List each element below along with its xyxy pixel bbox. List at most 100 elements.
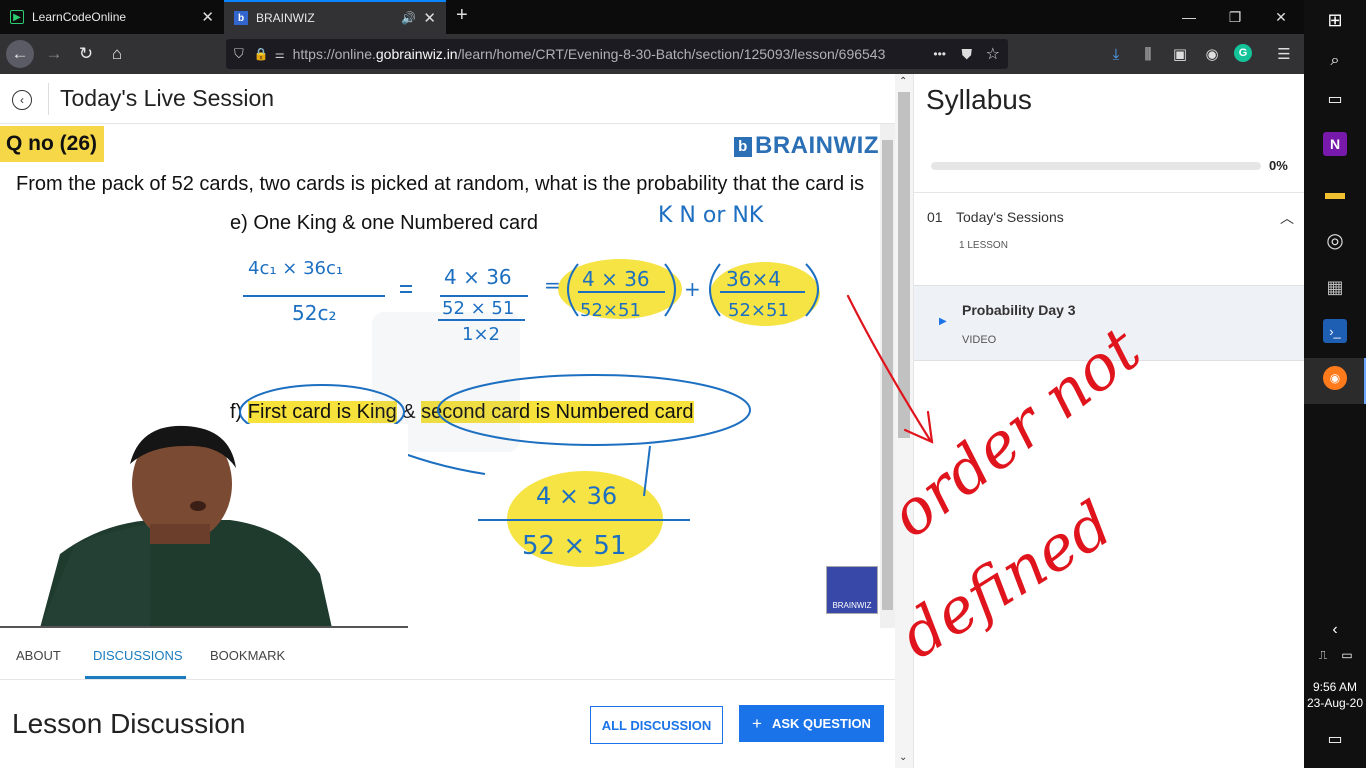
url-path: /learn/home/CRT/Evening-8-30-Batch/secti… <box>457 46 886 62</box>
library-icon[interactable]: ⫼ <box>1138 44 1158 64</box>
home-icon[interactable]: ⌂ <box>103 40 131 68</box>
section-lesson-count: 1 LESSON <box>959 240 1008 251</box>
ink-e-t2-den: 52×51 <box>728 300 789 321</box>
close-tab-icon[interactable]: ✕ <box>201 8 214 26</box>
menu-icon[interactable]: ☰ <box>1274 44 1294 64</box>
active-tab-indicator <box>85 676 186 679</box>
brainwiz-badge: BRAINWIZ <box>826 566 878 614</box>
onenote-icon[interactable]: N <box>1323 132 1347 156</box>
divider <box>914 192 1305 193</box>
calculator-icon[interactable]: ▦ <box>1320 272 1350 302</box>
tab-bookmark[interactable]: BOOKMARK <box>210 648 285 663</box>
presenter-video <box>0 424 408 628</box>
page: ‹ Today's Live Session Q no (26) b BRAINW… <box>0 74 1305 768</box>
media-player-icon[interactable]: ◎ <box>1320 225 1350 255</box>
tab-about[interactable]: ABOUT <box>16 648 61 663</box>
restore-icon[interactable]: ❐ <box>1212 0 1258 34</box>
taskbar-date: 23-Aug-20 <box>1306 696 1364 710</box>
video-scrollbar-thumb[interactable] <box>882 140 893 610</box>
equals-sign-2: = <box>544 273 561 297</box>
bookmark-star-icon[interactable]: ☆ <box>986 44 1000 64</box>
tab-discussions[interactable]: DISCUSSIONS <box>93 648 183 663</box>
badge-text: BRAINWIZ <box>832 601 872 610</box>
ink-e-lhs-den: 52c₂ <box>292 301 336 325</box>
learncodeonline-favicon-icon: ▶ <box>10 10 24 24</box>
display-icon[interactable]: ▭ <box>1332 640 1362 670</box>
chevron-up-icon[interactable]: ︿ <box>1280 208 1294 228</box>
url-bar[interactable]: ⛉ 🔒 ⚌ https://online.gobrainwiz.in/learn… <box>226 39 1008 69</box>
syllabus-title: Syllabus <box>926 84 1032 115</box>
page-scrollbar-thumb[interactable] <box>898 92 910 438</box>
windows-start-icon[interactable]: ⊞ <box>1320 5 1350 35</box>
reload-icon[interactable]: ↻ <box>72 40 100 68</box>
forward-arrow-icon[interactable]: → <box>40 40 68 68</box>
lesson-name: Probability Day 3 <box>962 302 1076 318</box>
tab-title: LearnCodeOnline <box>32 10 127 24</box>
back-circle-icon[interactable]: ‹ <box>12 90 32 110</box>
all-discussion-button[interactable]: ALL DISCUSSION <box>590 706 723 744</box>
plus-sign: + <box>684 277 701 301</box>
page-title: Today's Live Session <box>60 85 275 111</box>
lesson-pane: ‹ Today's Live Session Q no (26) b BRAINW… <box>0 74 913 768</box>
grammarly-icon[interactable]: G <box>1234 44 1252 62</box>
minimize-icon[interactable]: — <box>1166 0 1212 34</box>
close-tab-icon[interactable]: ✕ <box>423 9 436 27</box>
lesson-tabs: ABOUT DISCUSSIONS BOOKMARK <box>0 628 895 680</box>
lesson-discussion-title: Lesson Discussion <box>12 708 246 739</box>
permissions-icon[interactable]: ⚌ <box>275 48 285 61</box>
browser-nav-bar: ← → ↻ ⌂ ⛉ 🔒 ⚌ https://online.gobrainwiz.… <box>0 34 1304 74</box>
ink-e-t2-num: 36×4 <box>726 267 781 291</box>
browser-tab-brainwiz[interactable]: b BRAINWIZ 🔊 ✕ <box>224 0 446 34</box>
header-divider <box>48 83 49 115</box>
ink-e-mid-num: 4 × 36 <box>444 265 512 289</box>
ink-e-t1-den: 52×51 <box>580 300 641 321</box>
task-view-icon[interactable]: ▭ <box>1320 84 1350 114</box>
download-icon[interactable]: ⤓ <box>1106 44 1126 64</box>
ink-e-lhs-num: 4c₁ × 36c₁ <box>248 258 343 279</box>
ask-question-button[interactable]: + ASK QUESTION <box>739 705 884 742</box>
lesson-item-probability-day-3[interactable]: ▶ Probability Day 3 VIDEO <box>914 285 1305 361</box>
section-number[interactable]: 01 <box>927 209 943 225</box>
powershell-icon[interactable]: ›_ <box>1323 319 1347 343</box>
ask-question-label: ASK QUESTION <box>771 716 871 731</box>
url-host: gobrainwiz.in <box>375 46 458 62</box>
shield-icon[interactable]: ⛉ <box>234 46 244 62</box>
url-prefix: https://online. <box>292 46 376 62</box>
tab-title: BRAINWIZ <box>256 11 315 25</box>
brainwiz-favicon-icon: b <box>234 11 248 25</box>
video-player[interactable]: Q no (26) b BRAINWIZ From the pack of 52 … <box>0 124 880 628</box>
lesson-type: VIDEO <box>962 334 997 346</box>
lesson-header: ‹ Today's Live Session <box>0 74 895 124</box>
taskbar-clock[interactable]: 9:56 AM 23-Aug-20 <box>1304 679 1366 711</box>
search-icon[interactable]: ⌕ <box>1320 46 1350 76</box>
ink-f-num: 4 × 36 <box>536 482 617 510</box>
section-name[interactable]: Today's Sessions <box>956 209 1064 225</box>
pocket-icon[interactable]: ⛊ <box>962 46 973 63</box>
lock-icon[interactable]: 🔒 <box>254 47 269 61</box>
syllabus-progress-label: 0% <box>1269 158 1288 173</box>
sidebar-icon[interactable]: ▣ <box>1170 44 1190 64</box>
ink-f-den: 52 × 51 <box>522 531 626 561</box>
scroll-up-icon[interactable]: ⌃ <box>899 76 907 87</box>
page-scrollbar[interactable]: ⌃ ⌄ <box>895 74 913 768</box>
ink-e-mid-den: 52 × 51 <box>442 298 514 319</box>
ink-kn-nk: K N or NK <box>658 203 764 228</box>
new-tab-icon[interactable]: + <box>456 4 468 27</box>
browser-tab-learncodeonline[interactable]: ▶ LearnCodeOnline ✕ <box>0 0 224 34</box>
scroll-down-icon[interactable]: ⌄ <box>899 752 907 763</box>
speaker-icon[interactable]: 🔊 <box>401 11 416 25</box>
account-icon[interactable]: ◉ <box>1202 44 1222 64</box>
notifications-icon[interactable]: ▭ <box>1320 724 1350 754</box>
file-explorer-icon[interactable]: ▬ <box>1320 178 1350 208</box>
plus-icon: + <box>752 713 762 733</box>
page-actions-icon[interactable]: ••• <box>933 47 946 61</box>
video-scrollbar[interactable] <box>880 124 895 628</box>
arrow-numbered <box>643 445 651 497</box>
ink-e-mid-den2: 1×2 <box>462 324 500 345</box>
back-arrow-icon[interactable]: ← <box>6 40 34 68</box>
firefox-icon[interactable]: ◉ <box>1323 366 1347 390</box>
close-window-icon[interactable]: ✕ <box>1258 0 1304 34</box>
windows-taskbar: ⊞ ⌕ ▭ N ▬ ◎ ▦ ›_ ◉ ‹ ⎍ ▭ 9:56 AM 23-Aug-… <box>1304 0 1366 768</box>
browser-tab-bar: ▶ LearnCodeOnline ✕ b BRAINWIZ 🔊 ✕ + — ❐… <box>0 0 1304 34</box>
url-text: https://online.gobrainwiz.in/learn/home/… <box>293 46 886 62</box>
